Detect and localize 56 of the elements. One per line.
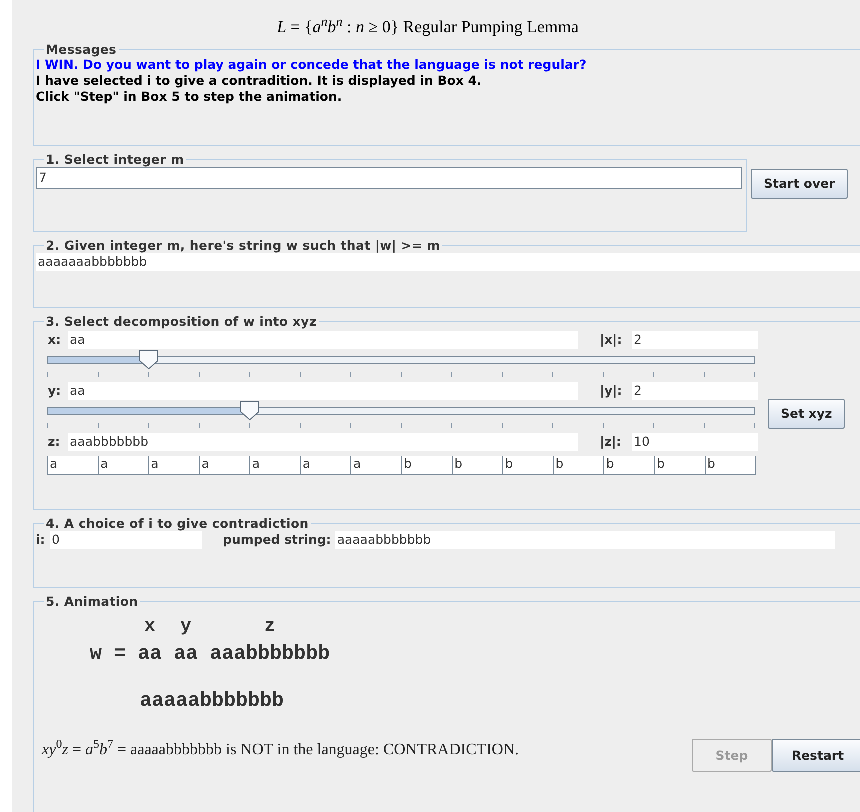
letter-cell: a [47, 456, 98, 474]
group-legend: 2. Given integer m, here's string w such that |w| >= m [44, 238, 442, 253]
letter-cell: b [654, 456, 705, 474]
letter-cell: a [249, 456, 300, 474]
letter-cell: b [603, 456, 654, 474]
message-text: Click "Step" in Box 5 to step the animation. [36, 88, 344, 105]
letter-cell: b [552, 456, 604, 474]
set-xyz-button[interactable]: Set xyz [768, 398, 846, 429]
message-text: I WIN. Do you want to play again or concede that the language is not regular? [36, 56, 588, 73]
part-string: aaabbbbbbb [210, 642, 330, 666]
substring-field: aa [68, 382, 578, 400]
field-label: y: [47, 383, 62, 398]
window-title: L = {a$^{n}$b$^{n}$ : n ≥ 0} Regular Pumping Lemma [276, 14, 580, 38]
field-label: |z|: [600, 434, 622, 450]
length-field: 2 [632, 382, 758, 400]
i-field: 0 [50, 530, 202, 549]
slider[interactable] [47, 400, 755, 421]
field-label: i: [36, 532, 46, 548]
part-label: y [180, 616, 192, 637]
letter-cell: a [300, 456, 350, 474]
letter-cell: b [502, 456, 553, 474]
field-label: |x|: [600, 332, 624, 348]
start-over-button[interactable]: Start over [751, 168, 848, 199]
letter-cell: a [198, 456, 250, 474]
slider[interactable] [47, 350, 755, 370]
pumped-string-field: aaaaabbbbbbb [335, 530, 836, 549]
substring-field: aa [68, 330, 578, 349]
group-legend: Messages [44, 42, 119, 57]
string-field: aaaaaaabbbbbbb [36, 252, 860, 271]
length-field: 2 [632, 330, 758, 349]
length-field: 10 [632, 432, 758, 451]
group-legend: 4. A choice of i to give contradiction [44, 516, 311, 531]
letter-cell: a [98, 456, 148, 474]
part-label: z [264, 616, 276, 637]
animation-button[interactable]: Restart [772, 738, 860, 772]
part-string: aa [174, 642, 198, 666]
letter-cell: a [350, 456, 402, 474]
input-field[interactable]: 7 [36, 166, 742, 189]
part-string: aa [138, 642, 162, 666]
group-legend: 5. Animation [44, 594, 140, 609]
substring-field: aaabbbbbbb [68, 432, 578, 451]
field-label: |y|: [600, 383, 624, 398]
letter-cell: b [704, 456, 756, 474]
message-text: I have selected i to give a contradition. It is displayed in Box 4. [36, 72, 483, 89]
pumped-string: aaaaabbbbbbb [140, 690, 284, 713]
letter-cell: a [148, 456, 199, 474]
field-label: x: [47, 332, 62, 348]
result-text: xy$^{0}$z = a$^{5}$b$^{7}$ = aaaaabbbbbbb is NOT in the language: CONTRADICTION. [42, 736, 520, 759]
field-label: pumped string: [223, 532, 332, 548]
letter-cell: b [401, 456, 452, 474]
equation-prefix: w = [90, 642, 126, 666]
group-legend: 1. Select integer m [44, 152, 186, 167]
field-label: z: [47, 434, 62, 450]
part-label: x [144, 616, 156, 637]
group-legend: 3. Select decomposition of w into xyz [44, 314, 319, 329]
letter-cell: b [452, 456, 502, 474]
